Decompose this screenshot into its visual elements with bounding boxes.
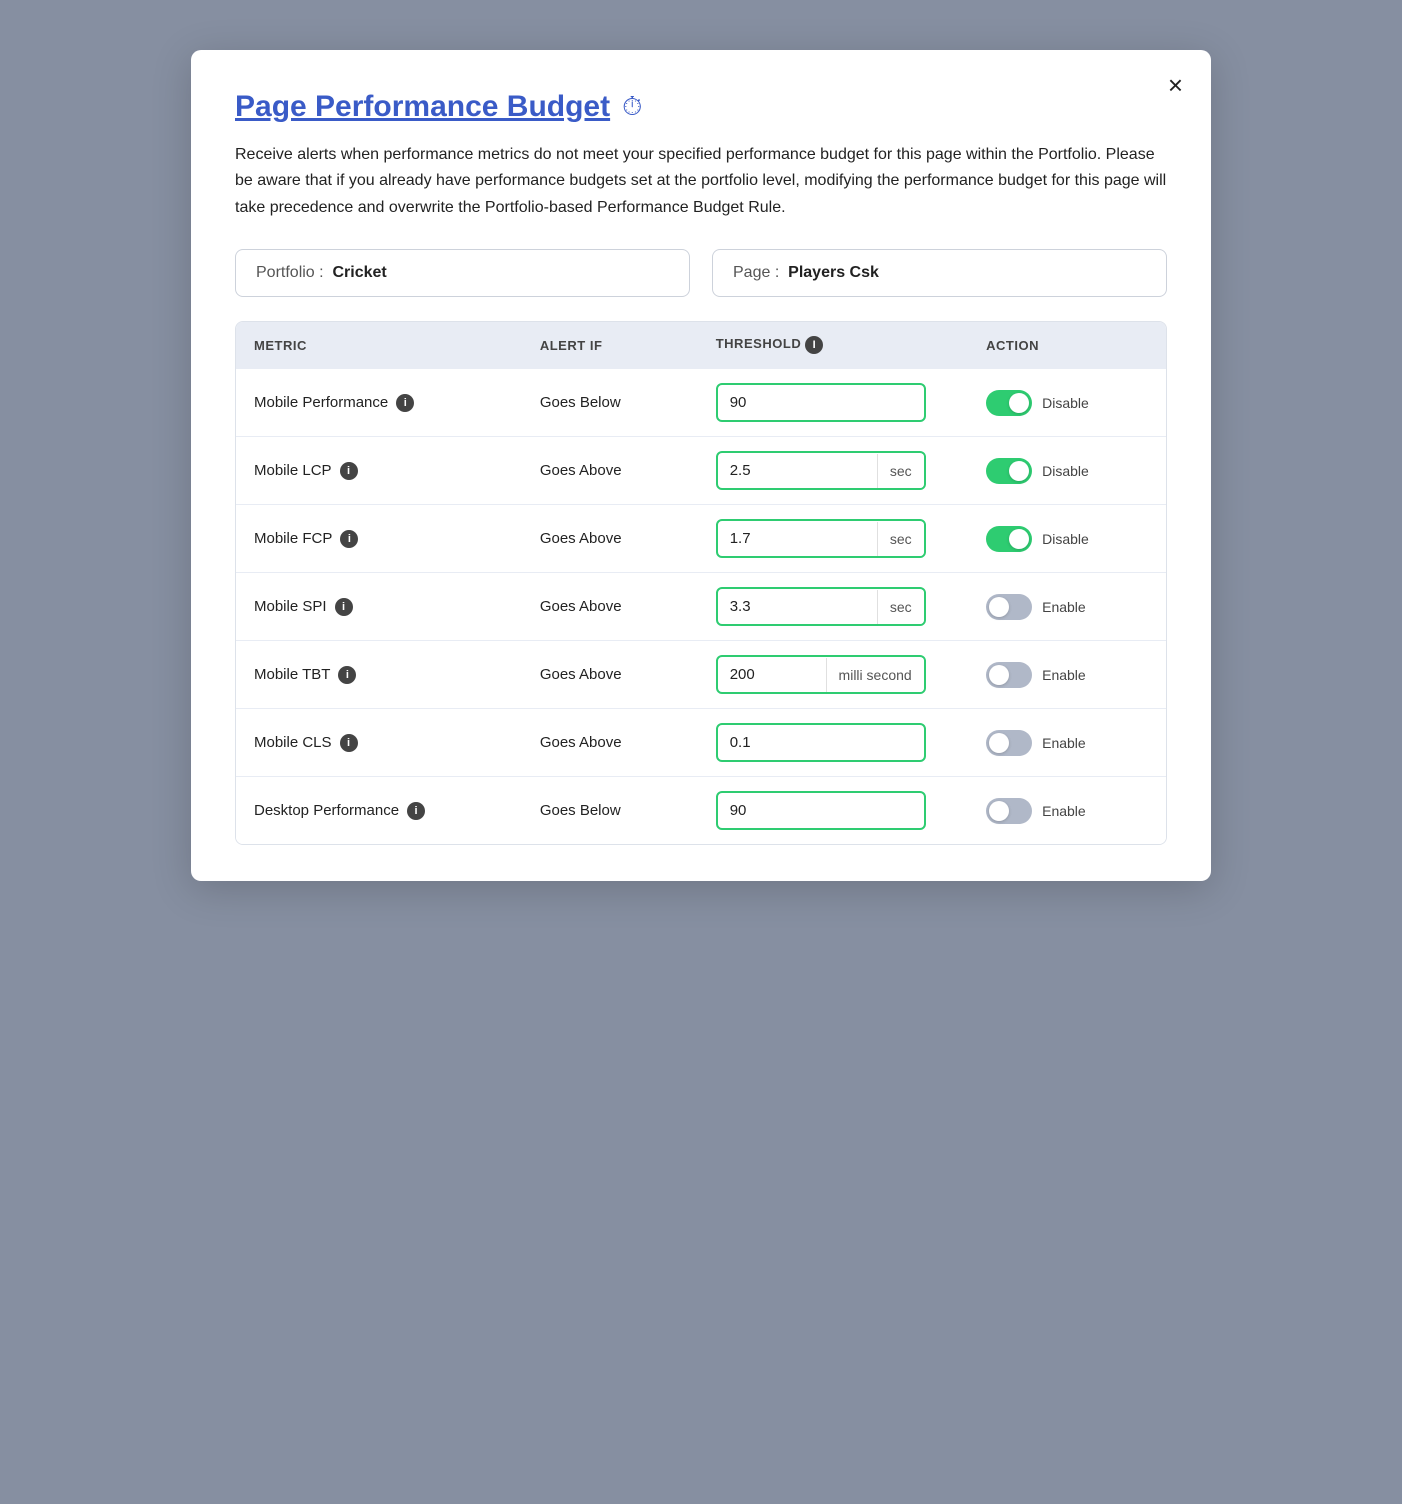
table-row: Mobile LCP i Goes Above sec Disable (236, 437, 1166, 505)
metric-name: Mobile LCP (254, 462, 332, 479)
portfolio-label: Portfolio : (256, 264, 324, 281)
action-cell: Disable (968, 369, 1166, 437)
performance-budget-modal: × Page Performance Budget ⏱ Receive aler… (191, 50, 1211, 881)
toggle-switch[interactable] (986, 526, 1032, 552)
close-button[interactable]: × (1168, 72, 1183, 98)
metric-info-icon[interactable]: i (340, 462, 358, 480)
toggle-switch[interactable] (986, 730, 1032, 756)
threshold-cell (698, 709, 968, 777)
table-row: Desktop Performance i Goes Below Enable (236, 777, 1166, 845)
threshold-unit: sec (877, 590, 924, 624)
col-header-alert: ALERT IF (522, 322, 698, 369)
threshold-input[interactable] (718, 589, 877, 624)
metric-name: Desktop Performance (254, 802, 399, 819)
threshold-cell (698, 369, 968, 437)
threshold-input[interactable] (718, 657, 826, 692)
metric-cell: Mobile FCP i (254, 530, 504, 548)
page-label: Page : (733, 264, 779, 281)
action-label: Disable (1042, 395, 1089, 411)
alert-cell: Goes Below (522, 369, 698, 437)
action-cell: Enable (968, 777, 1166, 845)
modal-title-link[interactable]: Page Performance Budget (235, 90, 610, 124)
metric-cell: Mobile LCP i (254, 462, 504, 480)
alert-cell: Goes Below (522, 777, 698, 845)
alert-cell: Goes Above (522, 573, 698, 641)
threshold-unit: milli second (826, 658, 924, 692)
metric-name: Mobile SPI (254, 598, 327, 615)
table-row: Mobile TBT i Goes Above milli second Enabl… (236, 641, 1166, 709)
action-cell: Enable (968, 641, 1166, 709)
action-label: Disable (1042, 531, 1089, 547)
action-label: Enable (1042, 667, 1086, 683)
page-card: Page : Players Csk (712, 249, 1167, 297)
toggle-switch[interactable] (986, 390, 1032, 416)
threshold-input[interactable] (718, 521, 877, 556)
metric-info-icon[interactable]: i (340, 734, 358, 752)
portfolio-value: Cricket (332, 264, 386, 281)
metric-cell: Mobile Performance i (254, 394, 504, 412)
table-row: Mobile Performance i Goes Below Disable (236, 369, 1166, 437)
metrics-table: METRIC ALERT IF THRESHOLD i ACTION (236, 322, 1166, 844)
modal-description: Receive alerts when performance metrics … (235, 142, 1167, 221)
table-row: Mobile FCP i Goes Above sec Disable (236, 505, 1166, 573)
threshold-input[interactable] (718, 793, 924, 828)
col-header-metric: METRIC (236, 322, 522, 369)
metric-info-icon[interactable]: i (335, 598, 353, 616)
table-header-row: METRIC ALERT IF THRESHOLD i ACTION (236, 322, 1166, 369)
metric-info-icon[interactable]: i (338, 666, 356, 684)
threshold-info-icon[interactable]: i (805, 336, 823, 354)
alert-cell: Goes Above (522, 709, 698, 777)
page-value: Players Csk (788, 264, 879, 281)
metric-cell: Mobile TBT i (254, 666, 504, 684)
threshold-cell: sec (698, 437, 968, 505)
modal-title-row: Page Performance Budget ⏱ (235, 90, 1167, 124)
threshold-cell (698, 777, 968, 845)
action-cell: Enable (968, 709, 1166, 777)
threshold-cell: sec (698, 573, 968, 641)
metric-name: Mobile FCP (254, 530, 332, 547)
metric-info-icon[interactable]: i (407, 802, 425, 820)
action-label: Enable (1042, 803, 1086, 819)
threshold-cell: sec (698, 505, 968, 573)
alert-cell: Goes Above (522, 641, 698, 709)
toggle-switch[interactable] (986, 662, 1032, 688)
alert-cell: Goes Above (522, 437, 698, 505)
metric-info-icon[interactable]: i (340, 530, 358, 548)
threshold-unit: sec (877, 454, 924, 488)
action-label: Enable (1042, 735, 1086, 751)
metric-cell: Mobile CLS i (254, 734, 504, 752)
threshold-cell: milli second (698, 641, 968, 709)
timer-icon: ⏱ (622, 91, 642, 123)
metric-name: Mobile Performance (254, 394, 388, 411)
toggle-switch[interactable] (986, 458, 1032, 484)
threshold-input[interactable] (718, 385, 924, 420)
alert-cell: Goes Above (522, 505, 698, 573)
action-label: Disable (1042, 463, 1089, 479)
action-cell: Disable (968, 437, 1166, 505)
col-header-action: ACTION (968, 322, 1166, 369)
metric-name: Mobile TBT (254, 666, 330, 683)
action-label: Enable (1042, 599, 1086, 615)
table-row: Mobile SPI i Goes Above sec Enable (236, 573, 1166, 641)
action-cell: Enable (968, 573, 1166, 641)
threshold-input[interactable] (718, 453, 877, 488)
metrics-table-wrap: METRIC ALERT IF THRESHOLD i ACTION (235, 321, 1167, 845)
threshold-unit: sec (877, 522, 924, 556)
toggle-switch[interactable] (986, 798, 1032, 824)
info-cards: Portfolio : Cricket Page : Players Csk (235, 249, 1167, 297)
metric-cell: Mobile SPI i (254, 598, 504, 616)
threshold-input[interactable] (718, 725, 924, 760)
portfolio-card: Portfolio : Cricket (235, 249, 690, 297)
col-header-threshold: THRESHOLD i (698, 322, 968, 369)
metric-cell: Desktop Performance i (254, 802, 504, 820)
metric-info-icon[interactable]: i (396, 394, 414, 412)
table-row: Mobile CLS i Goes Above Enable (236, 709, 1166, 777)
toggle-switch[interactable] (986, 594, 1032, 620)
metric-name: Mobile CLS (254, 734, 332, 751)
action-cell: Disable (968, 505, 1166, 573)
